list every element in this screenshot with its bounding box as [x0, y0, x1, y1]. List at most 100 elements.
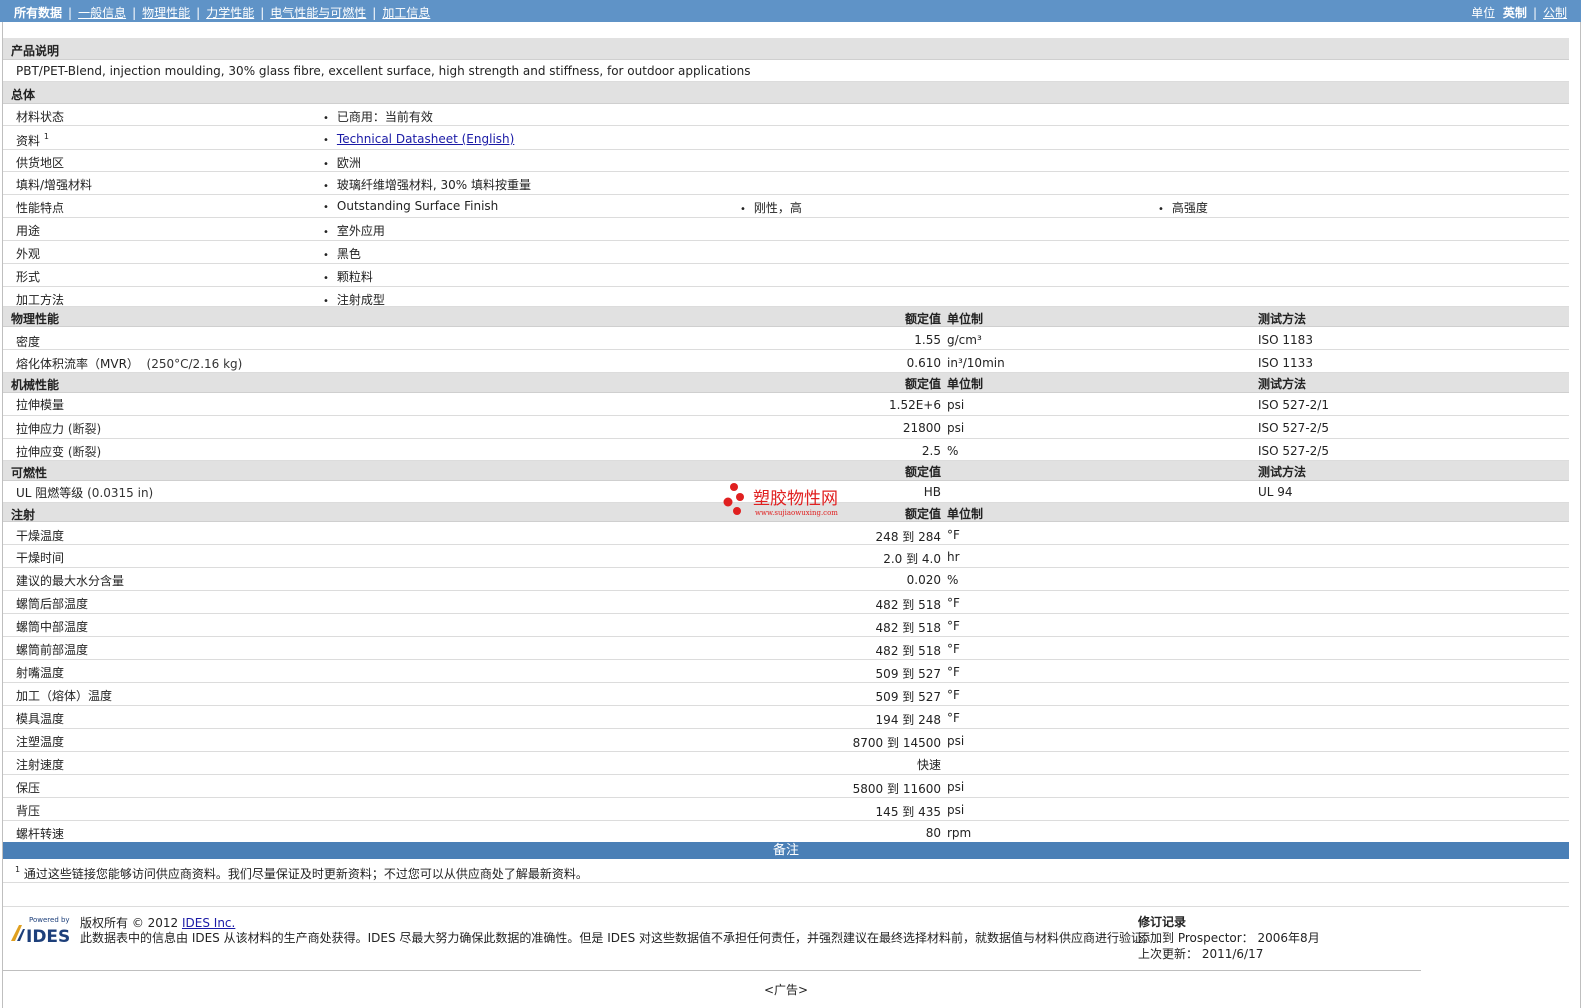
row-item: 高强度 — [1158, 199, 1208, 216]
row-item: Outstanding Surface Finish — [323, 199, 498, 213]
general-row-processing: 加工方法 注射成型 — [3, 287, 1569, 307]
row-label: 螺筒中部温度 — [16, 620, 89, 634]
row-item: 注射成型 — [323, 291, 385, 308]
row-test-method: ISO 527-2/5 — [1258, 444, 1329, 458]
row-value: 5800 到 11600 — [852, 782, 941, 796]
section-tabs: 所有数据 | 一般信息 | 物理性能 | 力学性能 | 电气性能与可燃性 | 加工信息 — [14, 4, 430, 21]
row-condition: (250°C/2.16 kg) — [146, 357, 243, 371]
general-row-status: 材料状态 已商用：当前有效 — [3, 104, 1569, 126]
watermark-dot-icon — [736, 493, 744, 501]
row-label: 密度 — [16, 335, 41, 349]
col-header-value: 额定值 — [904, 507, 941, 521]
general-row-features: 性能特点 Outstanding Surface Finish 刚性，高 高强度 — [3, 195, 1569, 218]
physical-row-mvr: 熔化体积流率（MVR） (250°C/2.16 kg) 0.610 in³/10… — [3, 350, 1569, 373]
advertisement-label: <广告> — [763, 983, 809, 997]
row-label: 注射速度 — [16, 758, 65, 772]
row-unit: rpm — [947, 826, 972, 840]
tab-mechanical[interactable]: 力学性能 — [206, 6, 254, 20]
row-unit: °F — [947, 528, 960, 542]
row-value: 482 到 518 — [875, 644, 941, 658]
row-label: 形式 — [16, 270, 41, 284]
footnote-text: 通过这些链接您能够访问供应商资料。我们尽量保证及时更新资料；不过您可以从供应商处… — [23, 867, 588, 881]
row-label: 性能特点 — [16, 201, 65, 215]
col-header-value: 额定值 — [904, 465, 941, 479]
col-header-unit: 单位制 — [947, 312, 984, 326]
description-text: PBT/PET-Blend, injection moulding, 30% g… — [16, 64, 751, 78]
row-label: 供货地区 — [16, 156, 65, 170]
tab-physical[interactable]: 物理性能 — [142, 6, 190, 20]
row-label: 保压 — [16, 781, 41, 795]
col-header-test: 测试方法 — [1258, 312, 1307, 326]
row-test-method: ISO 527-2/1 — [1258, 398, 1329, 412]
row-value: 0.610 — [906, 356, 941, 370]
tab-separator: | — [132, 6, 137, 20]
row-item: 刚性，高 — [740, 199, 802, 216]
row-unit: psi — [947, 398, 965, 412]
row-unit: % — [947, 444, 959, 458]
row-value: 482 到 518 — [875, 598, 941, 612]
row-label-wrap: 资料 1 — [16, 132, 49, 149]
row-label: 资料 — [16, 134, 41, 148]
row-label: 填料/增强材料 — [16, 178, 93, 192]
row-value: 1.52E+6 — [889, 398, 941, 412]
row-value: HB — [923, 485, 941, 499]
row-label: 注塑温度 — [16, 735, 65, 749]
logo-text: IDES — [26, 927, 70, 945]
row-label: 拉伸应力 — [16, 422, 65, 436]
row-value: 2.5 — [921, 444, 941, 458]
section-title: 注射 — [11, 508, 36, 522]
disclaimer: 此数据表中的信息由 IDES 从该材料的生产商处获得。IDES 尽最大努力确保此… — [80, 931, 1156, 945]
injection-row: 干燥温度 248 到 284 °F — [3, 522, 1569, 545]
row-condition: (0.0315 in) — [87, 486, 154, 500]
row-label: 螺杆转速 — [16, 827, 65, 841]
row-value: 0.020 — [906, 573, 941, 587]
ides-link[interactable]: IDES Inc. — [182, 916, 235, 930]
unit-label: 单位 — [1471, 6, 1496, 20]
row-value: 8700 到 14500 — [852, 736, 941, 750]
injection-row: 螺筒后部温度 482 到 518 °F — [3, 591, 1569, 614]
injection-row: 螺杆转速 80 rpm — [3, 821, 1569, 842]
row-label-wrap: 拉伸应力 (断裂) — [16, 420, 101, 437]
row-unit: °F — [947, 688, 960, 702]
top-nav-bar: 所有数据 | 一般信息 | 物理性能 | 力学性能 | 电气性能与可燃性 | 加工信息 单位 英制 |… — [0, 0, 1581, 22]
unit-imperial[interactable]: 英制 — [1503, 6, 1527, 20]
row-unit: °F — [947, 711, 960, 725]
notes-title: 备注 — [772, 843, 799, 858]
watermark-logo-icon: 塑胶物性网 www.sujiaowuxing.com — [723, 483, 838, 517]
added-label: 添加到 Prospector： — [1138, 931, 1254, 945]
technical-datasheet-link[interactable]: Technical Datasheet (English) — [337, 132, 514, 146]
tab-electrical-flammability[interactable]: 电气性能与可燃性 — [270, 6, 366, 20]
tab-all-data[interactable]: 所有数据 — [14, 6, 62, 20]
watermark-dot-icon — [723, 497, 733, 507]
row-unit: % — [947, 573, 959, 587]
row-value: 145 到 435 — [875, 805, 941, 819]
physical-row-density: 密度 1.55 g/cm³ ISO 1183 — [3, 327, 1569, 350]
row-item-wrap: Technical Datasheet (English) — [323, 132, 514, 146]
injection-row: 模具温度 194 到 248 °F — [3, 706, 1569, 729]
row-label: 用途 — [16, 224, 41, 238]
revision-history: 修订记录 添加到 Prospector： 2006年8月 上次更新： 2011/… — [1138, 914, 1320, 962]
copyright-prefix: 版权所有 © 2012 — [80, 916, 182, 930]
tab-general-info[interactable]: 一般信息 — [78, 6, 126, 20]
unit-metric[interactable]: 公制 — [1543, 6, 1567, 20]
added-value: 2006年8月 — [1257, 931, 1320, 945]
row-item: 已商用：当前有效 — [323, 108, 433, 125]
section-title: 产品说明 — [11, 44, 60, 58]
row-label: 加工方法 — [16, 293, 65, 307]
col-header-value: 额定值 — [904, 377, 941, 391]
tab-separator: | — [372, 6, 377, 20]
row-unit: in³/10min — [947, 356, 1005, 370]
row-label: 模具温度 — [16, 712, 65, 726]
tab-processing[interactable]: 加工信息 — [382, 6, 430, 20]
mechanical-row-modulus: 拉伸模量 1.52E+6 psi ISO 527-2/1 — [3, 393, 1569, 416]
row-label: 拉伸模量 — [16, 398, 65, 412]
section-header-general: 总体 — [3, 82, 1569, 104]
row-label-wrap: 熔化体积流率（MVR） (250°C/2.16 kg) — [16, 355, 242, 372]
section-title: 总体 — [11, 88, 36, 102]
row-value: 80 — [925, 826, 941, 840]
row-item: 欧洲 — [323, 154, 361, 171]
row-value: 482 到 518 — [875, 621, 941, 635]
row-label: 螺筒前部温度 — [16, 643, 89, 657]
row-item: 玻璃纤维增强材料, 30% 填料按重量 — [323, 176, 531, 193]
row-unit: psi — [947, 803, 965, 817]
